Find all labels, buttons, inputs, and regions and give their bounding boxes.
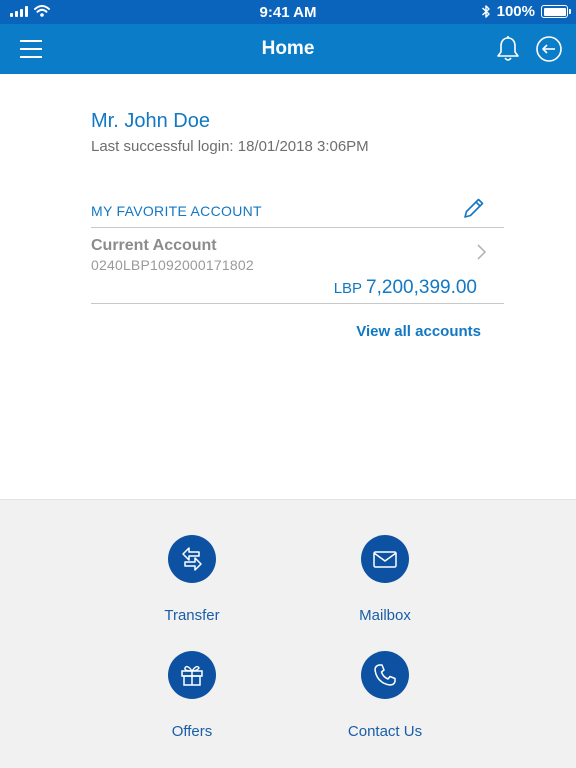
transfer-icon [182, 547, 202, 571]
favorite-account-header: MY FAVORITE ACCOUNT [91, 190, 504, 228]
phone-icon [374, 664, 396, 686]
favorite-account-row[interactable]: Current Account 0240LBP1092000171802 LBP… [91, 229, 504, 304]
offers-label: Offers [171, 723, 213, 740]
transfer-label: Transfer [164, 607, 220, 624]
gift-icon [181, 665, 203, 686]
contact-us-button[interactable]: Contact Us [315, 651, 455, 740]
notifications-button[interactable] [493, 34, 523, 64]
logout-button[interactable] [534, 34, 564, 64]
offers-button[interactable]: Offers [122, 651, 262, 740]
mail-icon [373, 551, 397, 568]
account-name: Current Account [91, 237, 217, 254]
battery-icon [541, 5, 571, 18]
contact-us-label: Contact Us [347, 723, 423, 740]
quick-actions-panel: Transfer Mailbox Offers Contact Us [0, 499, 576, 768]
account-number: 0240LBP1092000171802 [91, 257, 254, 273]
mailbox-label: Mailbox [359, 607, 411, 624]
battery-text: 100% [496, 3, 535, 20]
favorite-account-title: MY FAVORITE ACCOUNT [91, 203, 262, 219]
bluetooth-icon [481, 5, 490, 18]
transfer-button[interactable]: Transfer [122, 535, 262, 624]
page-title: Home [261, 38, 315, 59]
view-all-accounts-link[interactable]: View all accounts [340, 323, 481, 340]
edit-favorite-button[interactable] [460, 196, 486, 222]
bell-icon [497, 36, 519, 61]
nav-bar: Home [0, 24, 576, 74]
balance-currency: LBP [333, 280, 363, 297]
status-right: 100% [481, 3, 571, 20]
last-login-text: Last successful login: 18/01/2018 3:06PM [91, 138, 369, 155]
logout-icon [536, 36, 562, 62]
account-balance: LBP 7,200,399.00 [334, 277, 477, 299]
mailbox-button[interactable]: Mailbox [315, 535, 455, 624]
user-name: Mr. John Doe [91, 110, 210, 132]
pencil-icon [464, 198, 484, 218]
chevron-right-icon [477, 244, 487, 260]
balance-amount: 7,200,399.00 [366, 277, 477, 298]
status-bar: 9:41 AM 100% [0, 0, 576, 24]
